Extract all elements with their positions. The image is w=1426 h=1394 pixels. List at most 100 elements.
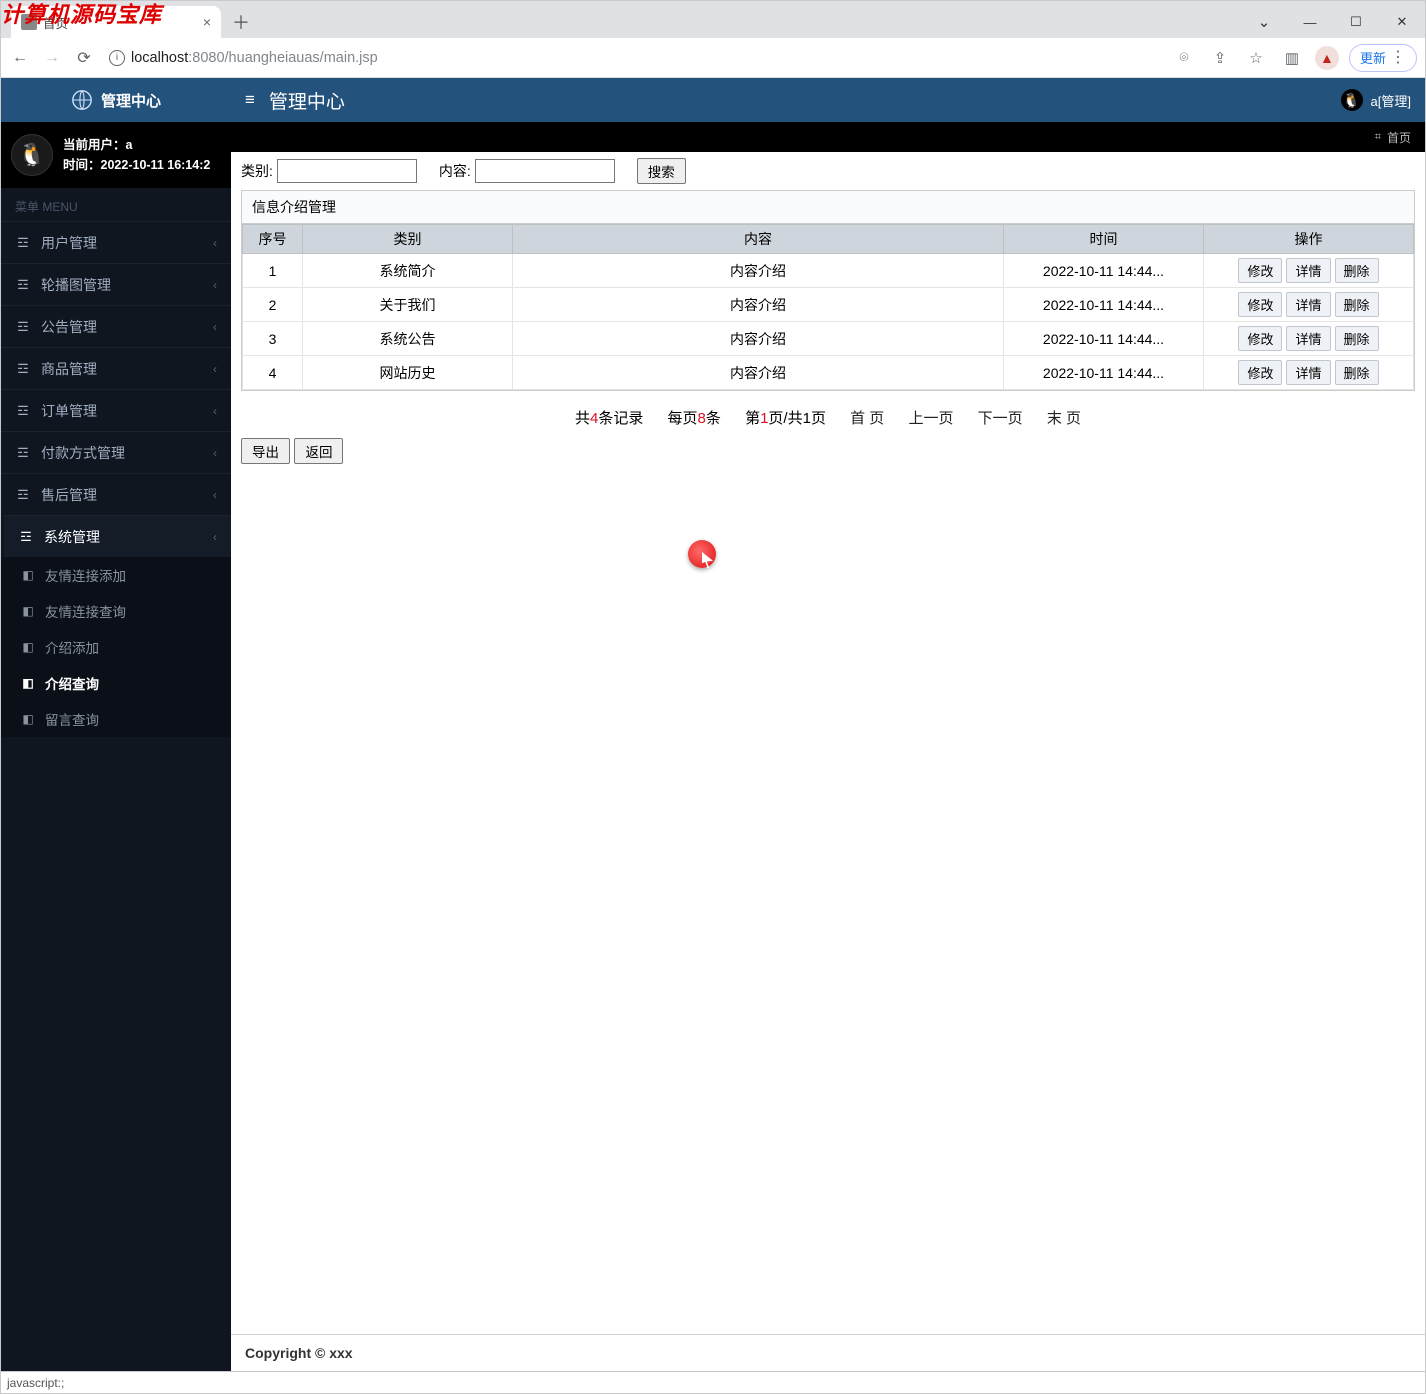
cell-time: 2022-10-11 14:44... [1004,322,1204,356]
brand-label: 管理中心 [101,90,161,111]
sidebar-item-label: 公告管理 [41,317,97,337]
url-box[interactable]: i localhost:8080/huangheiauas/main.jsp [105,50,1161,66]
sidepanel-icon[interactable]: ▥ [1279,45,1305,71]
nav-forward-button[interactable]: → [41,47,63,69]
cell-content: 内容介绍 [513,254,1004,288]
cell-ops: 修改详情删除 [1204,356,1414,390]
sidebar-item-4[interactable]: ☲订单管理‹ [1,389,231,431]
edit-button[interactable]: 修改 [1238,360,1282,385]
sidebar-item-label: 系统管理 [44,527,100,547]
detail-button[interactable]: 详情 [1286,292,1330,317]
topbar-user-label[interactable]: a[管理] [1371,91,1411,110]
info-panel: 信息介绍管理 序号 类别 内容 时间 操作 1系统简介内容介绍2022-10-1… [241,190,1415,391]
bookmark-icon: ◧ [21,676,35,690]
user-info: 🐧 当前用户：a 时间：2022-10-11 16:14:2 [1,122,231,188]
bookmark-icon: ◧ [21,604,35,618]
cell-content: 内容介绍 [513,288,1004,322]
update-button[interactable]: 更新 ⋮ [1349,44,1417,72]
bookmark-icon: ◧ [21,640,35,654]
detail-button[interactable]: 详情 [1286,258,1330,283]
pager: 共4条记录 每页8条 第1页/共1页 首 页 上一页 下一页 末 页 [231,391,1425,438]
page-title: 管理中心 [269,87,345,114]
hamburger-icon[interactable]: ≡ [245,90,255,110]
detail-button[interactable]: 详情 [1286,360,1330,385]
brand[interactable]: 管理中心 [1,78,231,122]
reload-button[interactable]: ⟳ [73,47,95,69]
chevron-left-icon: ‹ [213,530,217,544]
search-button[interactable]: 搜索 [637,158,686,184]
delete-button[interactable]: 删除 [1335,292,1379,317]
sidebar-item-0[interactable]: ☲用户管理‹ [1,221,231,263]
topbar-avatar[interactable]: 🐧 [1341,89,1363,111]
minimize-button[interactable]: — [1287,6,1333,38]
profile-avatar[interactable]: ▲ [1315,46,1339,70]
bookmark-icon: ◧ [21,712,35,726]
user-avatar: 🐧 [11,134,53,176]
delete-button[interactable]: 删除 [1335,326,1379,351]
pager-prev[interactable]: 上一页 [908,410,953,427]
submenu-item-label: 友情连接添加 [45,565,126,585]
cell-time: 2022-10-11 14:44... [1004,288,1204,322]
submenu-item-2[interactable]: ◧ 介绍添加 [1,629,231,665]
table-row: 3系统公告内容介绍2022-10-11 14:44...修改详情删除 [243,322,1414,356]
share-icon[interactable]: ⇪ [1207,45,1233,71]
sliders-icon: ☲ [15,277,31,293]
submenu-item-3[interactable]: ◧ 介绍查询 [1,665,231,701]
cell-seq: 1 [243,254,303,288]
back-button[interactable]: 返回 [294,438,343,464]
chevron-left-icon: ‹ [213,362,217,376]
app-root: 管理中心 🐧 当前用户：a 时间：2022-10-11 16:14:2 菜单 M… [1,78,1425,1371]
submenu-item-1[interactable]: ◧ 友情连接查询 [1,593,231,629]
pager-page-prefix: 第 [745,410,760,427]
pager-total-prefix: 共 [575,410,590,427]
delete-button[interactable]: 删除 [1335,360,1379,385]
export-button[interactable]: 导出 [241,438,290,464]
sidebar-item-2[interactable]: ☲公告管理‹ [1,305,231,347]
breadcrumb-home[interactable]: 首页 [1387,129,1411,146]
detail-button[interactable]: 详情 [1286,326,1330,351]
tab-overflow-icon[interactable]: ⌄ [1241,6,1287,38]
edit-button[interactable]: 修改 [1238,258,1282,283]
pager-page-mid: 页/共 [768,410,802,427]
col-time: 时间 [1004,225,1204,254]
main-area: ≡ 管理中心 🐧 a[管理] ⌗ 首页 类别: 内容: [231,78,1425,1371]
submenu-item-label: 友情连接查询 [45,601,126,621]
pager-next[interactable]: 下一页 [978,410,1023,427]
sidebar-item-5[interactable]: ☲付款方式管理‹ [1,431,231,473]
key-icon[interactable]: ⌾ [1171,45,1197,71]
sidebar-item-6[interactable]: ☲售后管理‹ [1,473,231,515]
pager-last[interactable]: 末 页 [1047,410,1081,427]
input-category[interactable] [277,159,417,183]
submenu-item-0[interactable]: ◧友情连接添加 [1,557,231,593]
cell-time: 2022-10-11 14:44... [1004,254,1204,288]
cell-category: 系统公告 [303,322,513,356]
edit-button[interactable]: 修改 [1238,292,1282,317]
input-content[interactable] [475,159,615,183]
label-content: 内容: [439,161,471,181]
maximize-button[interactable]: ☐ [1333,6,1379,38]
edit-button[interactable]: 修改 [1238,326,1282,351]
breadcrumb-bar: ⌗ 首页 [231,122,1425,152]
submenu-item-4[interactable]: ◧留言查询 [1,701,231,737]
col-seq: 序号 [243,225,303,254]
sliders-icon: ☲ [15,319,31,335]
close-window-button[interactable]: ✕ [1379,6,1425,38]
sidebar-item-7[interactable]: ☲ 系统管理 ‹ [1,515,231,557]
nav-back-button[interactable]: ← [9,47,31,69]
sliders-icon: ☲ [18,529,34,545]
sidebar-item-3[interactable]: ☲商品管理‹ [1,347,231,389]
col-op: 操作 [1204,225,1414,254]
current-user-value: a [126,138,133,152]
bookmark-icon[interactable]: ☆ [1243,45,1269,71]
delete-button[interactable]: 删除 [1335,258,1379,283]
pager-per-num: 8 [698,410,706,427]
sidebar-item-label: 售后管理 [41,485,97,505]
pager-first[interactable]: 首 页 [850,410,884,427]
sidebar-item-1[interactable]: ☲轮播图管理‹ [1,263,231,305]
submenu-item-label: 介绍查询 [45,673,99,693]
new-tab-button[interactable]: ＋ [227,8,255,36]
site-info-icon[interactable]: i [109,50,125,66]
tab-close-icon[interactable]: × [203,14,211,30]
submenu-item-label: 介绍添加 [45,637,99,657]
dashboard-icon: ⌗ [1375,131,1381,144]
